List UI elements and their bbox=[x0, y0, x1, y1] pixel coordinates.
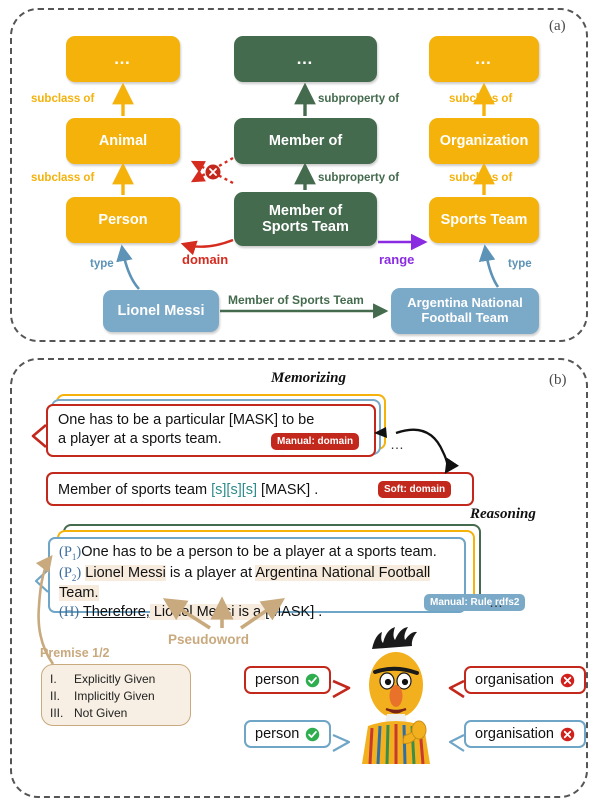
premise-options-list: I. Explicitly Given II. Implicitly Given I… bbox=[50, 671, 180, 722]
prediction-bubble-organisation-manual: organisation bbox=[464, 666, 586, 694]
manual-domain-badge: Manual: domain bbox=[271, 433, 360, 450]
manual-rule-rdfs2-badge: Manual: Rule rdfs2 bbox=[424, 594, 526, 611]
premise-1-text-a: One has to be a bbox=[81, 544, 189, 560]
edge-label-subclass-of-3: subclass of bbox=[449, 93, 513, 105]
panel-b-tag: (b) bbox=[549, 372, 567, 388]
node-dots-right: … bbox=[429, 36, 539, 82]
edge-label-subproperty-of-2: subproperty of bbox=[318, 172, 400, 184]
prediction-text: organisation bbox=[475, 672, 554, 688]
premise-option-2-numeral: II. bbox=[50, 689, 61, 704]
premise-2-prefix: (P2) bbox=[59, 564, 82, 583]
premise-option-3: III. Not Given bbox=[50, 705, 180, 722]
premise-1-text-b: to be a player at a sports team. bbox=[232, 544, 437, 560]
premise-2-highlight-subject: Lionel Messi bbox=[85, 564, 166, 581]
node-argentina-national-football-team: Argentina National Football Team bbox=[391, 288, 539, 334]
memorizing-section-title: Memorizing bbox=[271, 370, 347, 386]
edge-label-type-left: type bbox=[90, 258, 114, 270]
panel-a-tag: (a) bbox=[549, 18, 566, 34]
premise-option-2-label: Implicitly Given bbox=[74, 689, 155, 704]
premise-option-1-label: Explicitly Given bbox=[74, 672, 156, 686]
reasoning-prompt-card[interactable]: (P1)One has to be a person to be a playe… bbox=[48, 537, 466, 620]
edge-label-domain: domain bbox=[182, 252, 229, 267]
edge-label-range: range bbox=[379, 252, 415, 267]
soft-prompt-text-post: [MASK] . bbox=[257, 482, 319, 498]
node-sports-team: Sports Team bbox=[429, 197, 539, 243]
edge-label-member-of-sports-team-relation: Member of Sports Team bbox=[228, 293, 364, 307]
node-organization: Organization bbox=[429, 118, 539, 164]
edge-label-subclass-of-2: subclass of bbox=[31, 172, 95, 184]
soft-prompt-pseudowords: [s][s][s] bbox=[211, 482, 258, 498]
premise-option-3-numeral: III. bbox=[50, 706, 64, 721]
premise-2-mid-text: is a player at bbox=[165, 564, 256, 581]
premise-2-row: (P2) Lionel Messi is a player at Argenti… bbox=[59, 564, 456, 603]
check-icon bbox=[306, 727, 320, 741]
premise-options-box: I. Explicitly Given II. Implicitly Given I… bbox=[41, 664, 191, 726]
cross-icon bbox=[560, 673, 575, 687]
edge-label-type-right: type bbox=[508, 258, 532, 270]
premise-1-row: (P1)One has to be a person to be a playe… bbox=[59, 543, 456, 564]
node-animal: Animal bbox=[66, 118, 180, 164]
cross-icon bbox=[560, 727, 575, 741]
check-icon bbox=[306, 673, 320, 687]
node-lionel-messi: Lionel Messi bbox=[103, 290, 219, 332]
node-dots-mid: … bbox=[234, 36, 377, 82]
reasoning-ellipsis: … bbox=[489, 594, 504, 610]
prediction-bubble-organisation-soft: organisation bbox=[464, 720, 586, 748]
node-member-of-sports-team: Member of Sports Team bbox=[234, 192, 377, 246]
premise-caption: Premise 1/2 bbox=[40, 646, 110, 660]
node-dots-left: … bbox=[66, 36, 180, 82]
hypothesis-row: (H) Therefore, Lionel Messi is a [MASK] … bbox=[59, 603, 456, 622]
pseudoword-caption: Pseudoword bbox=[168, 632, 250, 647]
prediction-text: organisation bbox=[475, 726, 554, 742]
node-person: Person bbox=[66, 197, 180, 243]
premise-1-text-highlight: person bbox=[188, 544, 233, 560]
reasoning-section-title: Reasoning bbox=[470, 506, 536, 522]
memorizing-ellipsis: … bbox=[390, 436, 405, 452]
hypothesis-therefore: Therefore, bbox=[82, 604, 150, 620]
manual-prompt-line-1: One has to be a particular [MASK] to be bbox=[58, 412, 315, 428]
hypothesis-mask: [MASK] . bbox=[265, 604, 323, 620]
hypothesis-highlight: Lionel Messi is a bbox=[149, 604, 266, 620]
node-member-of: Member of bbox=[234, 118, 377, 164]
soft-prompt-text-pre: Member of sports team bbox=[58, 482, 212, 498]
hypothesis-prefix: (H) bbox=[59, 604, 80, 620]
edge-label-subclass-of-1: subclass of bbox=[31, 93, 95, 105]
premise-1-prefix: (P1) bbox=[59, 544, 82, 562]
prediction-bubble-person-manual: person bbox=[244, 666, 332, 694]
premise-option-3-label: Not Given bbox=[74, 706, 128, 721]
premise-option-1-numeral: I. bbox=[50, 672, 57, 686]
premise-option-2: II. Implicitly Given bbox=[50, 688, 180, 705]
edge-label-subproperty-of-1: subproperty of bbox=[318, 93, 400, 105]
prediction-text: person bbox=[255, 672, 300, 688]
soft-domain-badge: Soft: domain bbox=[378, 481, 452, 498]
premise-option-1: I. Explicitly Given bbox=[50, 671, 180, 688]
prediction-text: person bbox=[255, 726, 300, 742]
edge-label-subclass-of-4: subclass of bbox=[449, 172, 513, 184]
prediction-bubble-person-soft: person bbox=[244, 720, 332, 748]
